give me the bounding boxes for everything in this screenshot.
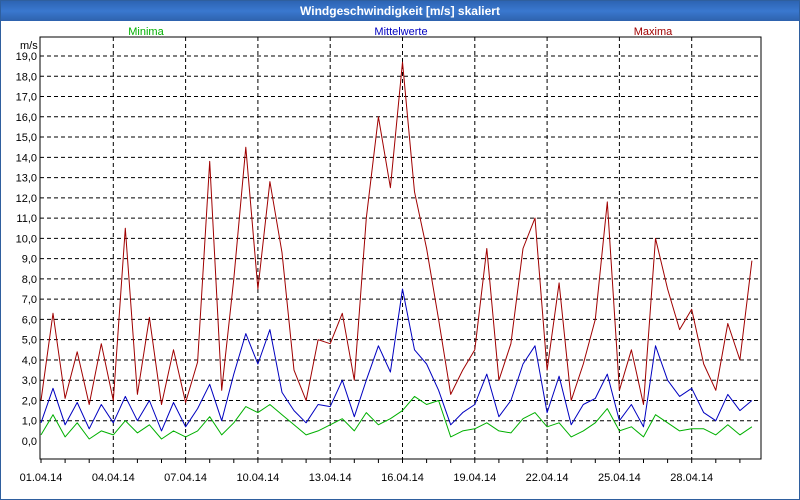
- x-tick-label: 22.04.14: [526, 472, 569, 484]
- y-tick-label: 15,0: [16, 132, 37, 144]
- y-tick-label: 3,0: [22, 375, 37, 387]
- legend-maxima: Maxima: [634, 26, 673, 38]
- legend-mittelwerte: Mittelwerte: [374, 26, 427, 38]
- x-tick-label: 25.04.14: [598, 472, 641, 484]
- y-tick-label: 18,0: [16, 71, 37, 83]
- y-tick-label: 19,0: [16, 51, 37, 63]
- x-tick-label: 16.04.14: [381, 472, 424, 484]
- x-tick-labels: 01.04.14 04.04.14 07.04.14 10.04.14 13.04.14…: [20, 472, 714, 484]
- x-tick-label: 10.04.14: [236, 472, 279, 484]
- x-tick-label: 28.04.14: [670, 472, 713, 484]
- y-tick-label: 6,0: [22, 314, 37, 326]
- y-tick-label: 9,0: [22, 254, 37, 266]
- y-tick-label: 7,0: [22, 294, 37, 306]
- y-tick-label: 4,0: [22, 355, 37, 367]
- y-tick-label: 17,0: [16, 92, 37, 104]
- x-tick-label: 04.04.14: [92, 472, 135, 484]
- y-tick-label: 0,0: [22, 436, 37, 448]
- x-tick-label: 07.04.14: [164, 472, 207, 484]
- y-tick-label: 10,0: [16, 233, 37, 245]
- x-tick-label: 13.04.14: [309, 472, 352, 484]
- y-tick-label: 14,0: [16, 152, 37, 164]
- y-tick-labels: 0,0 1,0 2,0 3,0 4,0 5,0 6,0 7,0 8,0 9,0 10,0 11,0 12…: [16, 51, 37, 448]
- y-tick-label: 12,0: [16, 193, 37, 205]
- plot-area: [39, 36, 762, 460]
- y-tick-label: 1,0: [22, 416, 37, 428]
- legend-minima: Minima: [128, 26, 164, 38]
- x-tick-label: 19.04.14: [453, 472, 496, 484]
- y-tick-label: 8,0: [22, 274, 37, 286]
- x-tick-label: 01.04.14: [20, 472, 63, 484]
- y-tick-label: 2,0: [22, 395, 37, 407]
- y-tick-label: 5,0: [22, 335, 37, 347]
- y-tick-label: 13,0: [16, 173, 37, 185]
- y-tick-label: 11,0: [16, 213, 37, 225]
- y-tick-label: 16,0: [16, 112, 37, 124]
- wind-speed-chart: m/s 0,01,02,03,04,05,06,07,08,09,010,011…: [16, 26, 762, 484]
